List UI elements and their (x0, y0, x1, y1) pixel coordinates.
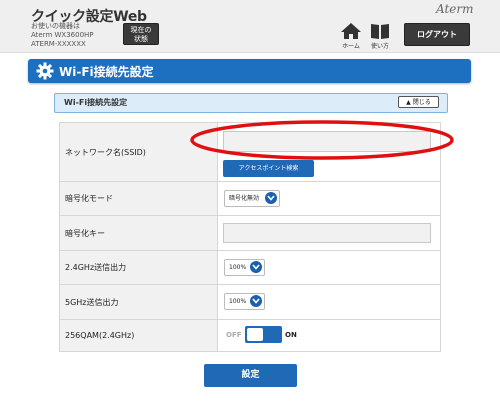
form-row-ssid: ネットワーク名(SSID) アクセスポイント検索 (59, 122, 441, 182)
section-header: Wi-Fi接続先設定 (28, 59, 471, 83)
settings-panel-header: Wi-Fi接続先設定 ▲ 閉じる (54, 93, 448, 113)
current-status-label-1: 現在の (130, 26, 152, 34)
toggle-off-label: OFF (226, 331, 242, 339)
5ghz-power-select[interactable]: 100% (224, 293, 265, 310)
24ghz-power-value: 100% (229, 264, 247, 271)
home-icon (341, 23, 361, 39)
24ghz-power-select[interactable]: 100% (224, 259, 265, 276)
home-button[interactable]: ホーム (336, 22, 366, 50)
toggle-knob (247, 328, 263, 341)
device-id: ATERM-XXXXXX (31, 40, 86, 48)
24ghz-power-label: 2.4GHz送信出力 (59, 250, 218, 285)
logout-button[interactable]: ログアウト (404, 23, 470, 46)
panel-title: Wi-Fi接続先設定 (64, 98, 128, 107)
collapse-button[interactable]: ▲ 閉じる (398, 96, 439, 108)
help-label: 使い方 (370, 43, 389, 50)
encryption-key-label: 暗号化キー (59, 215, 218, 251)
book-icon (371, 24, 389, 39)
gear-icon (36, 62, 54, 80)
encryption-mode-value: 暗号化無効 (229, 195, 260, 202)
brand-logo: Aterm (436, 2, 474, 16)
toggle-on-label: ON (285, 331, 297, 339)
form-row-5ghz-power: 5GHz送信出力 100% (59, 284, 441, 320)
form-row-encryption-key: 暗号化キー (59, 215, 441, 251)
header: クイック設定Web お使いの機器は Aterm WX3600HP ATERM-X… (0, 0, 500, 53)
256qam-toggle[interactable] (245, 326, 282, 343)
encryption-mode-select[interactable]: 暗号化無効 (224, 190, 280, 207)
current-status-button[interactable]: 現在の 状態 (123, 23, 159, 45)
form-row-256qam: 256QAM(2.4GHz) OFF ON (59, 319, 441, 352)
chevron-down-icon (250, 295, 262, 307)
encryption-key-input[interactable] (223, 223, 431, 243)
current-status-label-2: 状態 (134, 35, 148, 43)
256qam-label: 256QAM(2.4GHz) (59, 319, 218, 352)
chevron-down-icon (250, 261, 262, 273)
encryption-mode-label: 暗号化モード (59, 181, 218, 216)
section-title: Wi-Fi接続先設定 (59, 65, 154, 79)
ssid-label: ネットワーク名(SSID) (59, 122, 218, 182)
form-row-encryption-mode: 暗号化モード 暗号化無効 (59, 181, 441, 216)
5ghz-power-label: 5GHz送信出力 (59, 284, 218, 320)
collapse-label: 閉じる (412, 99, 431, 106)
access-point-search-button[interactable]: アクセスポイント検索 (223, 160, 314, 177)
form-row-24ghz-power: 2.4GHz送信出力 100% (59, 250, 441, 285)
5ghz-power-value: 100% (229, 298, 247, 305)
device-model: Aterm WX3600HP (31, 31, 94, 39)
device-caption: お使いの機器は Aterm WX3600HP ATERM-XXXXXX (31, 22, 94, 49)
help-button[interactable]: 使い方 (365, 22, 395, 50)
device-caption-label: お使いの機器は (31, 22, 80, 30)
ssid-input[interactable] (223, 131, 431, 152)
chevron-up-icon: ▲ (406, 99, 411, 106)
chevron-down-icon (265, 192, 277, 204)
submit-button[interactable]: 設定 (204, 364, 297, 387)
home-label: ホーム (342, 43, 360, 50)
settings-form: ネットワーク名(SSID) アクセスポイント検索 暗号化モード 暗号化無効 暗号… (59, 122, 441, 352)
